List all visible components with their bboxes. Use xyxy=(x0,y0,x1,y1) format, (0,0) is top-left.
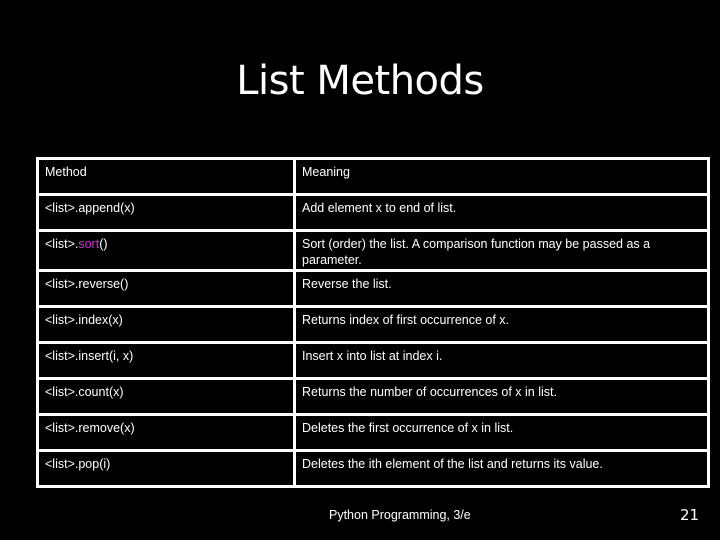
page-number: 21 xyxy=(680,506,700,524)
method-cell: <list>.insert(i, x) xyxy=(36,341,296,380)
method-cell: <list>.append(x) xyxy=(36,193,296,232)
method-cell: <list>.reverse() xyxy=(36,269,296,308)
meaning-cell: Sort (order) the list. A comparison func… xyxy=(293,229,710,272)
method-args: (x) xyxy=(108,385,124,399)
meaning-cell: Returns the number of occurrences of x i… xyxy=(293,377,710,416)
method-args: () xyxy=(120,277,129,291)
method-name: pop xyxy=(78,457,100,471)
method-cell: <list>.pop(i) xyxy=(36,449,296,488)
table-row: <list>.pop(i) Deletes the ith element of… xyxy=(36,449,710,488)
method-cell: <list>.count(x) xyxy=(36,377,296,416)
meaning-cell: Insert x into list at index i. xyxy=(293,341,710,380)
method-prefix: <list>. xyxy=(45,201,79,215)
table-row: <list>.sort() Sort (order) the list. A c… xyxy=(36,229,710,272)
method-prefix: <list>. xyxy=(45,385,79,399)
table-row: <list>.index(x) Returns index of first o… xyxy=(36,305,710,344)
method-args: (x) xyxy=(108,313,123,327)
table-row: <list>.insert(i, x) Insert x into list a… xyxy=(36,341,710,380)
method-prefix: <list>. xyxy=(45,421,79,435)
table-header-row: Method Meaning xyxy=(36,157,710,196)
table-row: <list>.reverse() Reverse the list. xyxy=(36,269,710,308)
method-prefix: <list>. xyxy=(45,349,79,363)
table-row: <list>.append(x) Add element x to end of… xyxy=(36,193,710,232)
meaning-cell: Deletes the ith element of the list and … xyxy=(293,449,710,488)
method-prefix: <list>. xyxy=(45,313,79,327)
method-name: count xyxy=(78,385,109,399)
method-args: () xyxy=(99,237,108,251)
method-name: index xyxy=(78,313,109,327)
meaning-cell: Deletes the first occurrence of x in lis… xyxy=(293,413,710,452)
table-row: <list>.remove(x) Deletes the first occur… xyxy=(36,413,710,452)
method-cell: <list>.remove(x) xyxy=(36,413,296,452)
list-methods-table: Method Meaning <list>.append(x) Add elem… xyxy=(36,157,710,488)
column-header-method: Method xyxy=(36,157,296,196)
method-prefix: <list>. xyxy=(45,237,79,251)
meaning-cell: Add element x to end of list. xyxy=(293,193,710,232)
method-cell: <list>.sort() xyxy=(36,229,296,272)
method-name: insert xyxy=(78,349,109,363)
meaning-cell: Returns index of first occurrence of x. xyxy=(293,305,710,344)
meaning-cell: Reverse the list. xyxy=(293,269,710,308)
method-cell: <list>.index(x) xyxy=(36,305,296,344)
method-name: reverse xyxy=(78,277,121,291)
method-prefix: <list>. xyxy=(45,457,79,471)
slide-footer: Python Programming, 3/e xyxy=(329,508,471,522)
slide-title: List Methods xyxy=(236,58,484,104)
table-row: <list>.count(x) Returns the number of oc… xyxy=(36,377,710,416)
method-name-highlighted: sort xyxy=(78,237,100,251)
method-args: (x) xyxy=(120,421,135,435)
method-args: (i, x) xyxy=(108,349,134,363)
method-prefix: <list>. xyxy=(45,277,79,291)
method-args: (x) xyxy=(120,201,135,215)
method-args: (i) xyxy=(99,457,111,471)
method-name: remove xyxy=(78,421,121,435)
column-header-meaning: Meaning xyxy=(293,157,710,196)
method-name: append xyxy=(78,201,121,215)
